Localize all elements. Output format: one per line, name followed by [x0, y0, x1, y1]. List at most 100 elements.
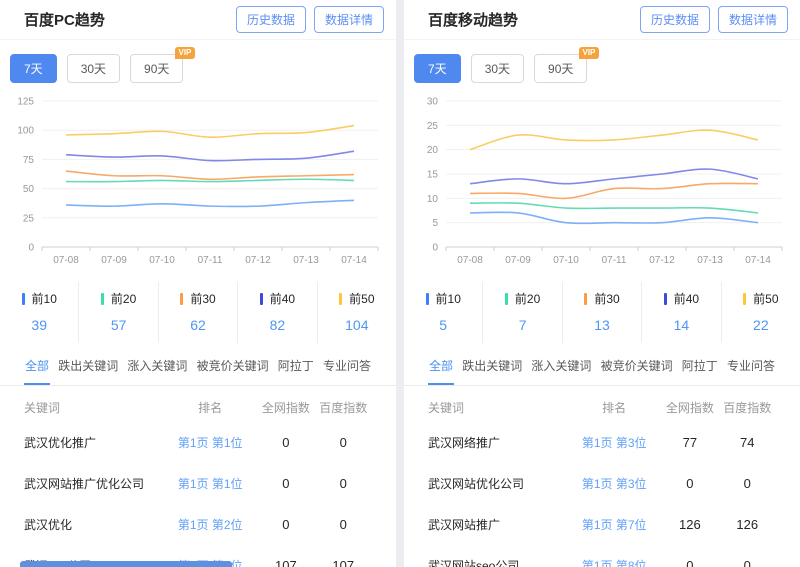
table-row: 武汉网站推广第1页 第7位126126 [428, 504, 776, 545]
x-axis-label: 07-09 [101, 255, 127, 266]
col-header-rank: 排名 [163, 399, 257, 416]
vip-badge: VIP [579, 47, 600, 59]
keyword-tab-全部[interactable]: 全部 [24, 347, 50, 385]
panel-pc-trend: 百度PC趋势 历史数据 数据详情 7天30天90天VIP 02550751001… [0, 0, 396, 567]
y-axis-label: 125 [17, 97, 34, 108]
table-row: 武汉网站推广优化公司第1页 第1位00 [24, 463, 372, 504]
rank-link[interactable]: 第1页 第3位 [567, 475, 661, 492]
rank-link[interactable]: 第1页 第8位 [567, 557, 661, 567]
rank-link[interactable]: 第1页 第7位 [567, 516, 661, 533]
data-detail-button[interactable]: 数据详情 [314, 6, 384, 33]
range-tab-30天[interactable]: 30天 [471, 54, 524, 83]
x-axis-label: 07-10 [149, 255, 175, 266]
keyword-tab-涨入关键词[interactable]: 涨入关键词 [530, 347, 592, 385]
x-axis-label: 07-08 [53, 255, 79, 266]
legend-value-link[interactable]: 62 [159, 317, 237, 333]
legend-value-link[interactable]: 22 [722, 317, 800, 333]
legend-marker-icon [339, 293, 342, 305]
legend-value-link[interactable]: 5 [404, 317, 482, 333]
x-axis-label: 07-13 [697, 255, 723, 266]
baidu-index-cell: 126 [719, 517, 776, 532]
data-detail-button[interactable]: 数据详情 [718, 6, 788, 33]
legend-item-top: 前30 [159, 290, 237, 308]
keyword-tab-阿拉丁[interactable]: 阿拉丁 [681, 347, 719, 385]
legend-value-link[interactable]: 39 [0, 317, 78, 333]
range-tab-7天[interactable]: 7天 [10, 54, 57, 83]
panel-mobile-trend: 百度移动趋势 历史数据 数据详情 7天30天90天VIP 05101520253… [404, 0, 800, 567]
y-axis-label: 15 [427, 170, 439, 181]
legend-label: 前10 [436, 292, 461, 306]
legend-value-link[interactable]: 82 [238, 317, 316, 333]
range-tab-90天[interactable]: 90天VIP [130, 54, 183, 83]
keyword-cell: 武汉优化 [24, 516, 163, 533]
legend-item-前20[interactable]: 前207 [483, 282, 562, 343]
y-axis-label: 0 [432, 243, 438, 254]
y-axis-label: 30 [427, 97, 439, 108]
range-tab-30天[interactable]: 30天 [67, 54, 120, 83]
keyword-tab-跌出关键词[interactable]: 跌出关键词 [57, 347, 119, 385]
legend-item-前20[interactable]: 前2057 [79, 282, 158, 343]
net-index-cell: 0 [257, 517, 314, 532]
legend-marker-icon [180, 293, 183, 305]
legend-item-前40[interactable]: 前4014 [642, 282, 721, 343]
legend-item-前50[interactable]: 前50 104 [318, 282, 396, 343]
rank-link[interactable]: 第1页 第1位 [163, 475, 257, 492]
keyword-tab-全部[interactable]: 全部 [428, 347, 454, 385]
legend-item-前10[interactable]: 前10 39 [0, 282, 79, 343]
range-tab-90天[interactable]: 90天VIP [534, 54, 587, 83]
legend-item-top: 前30 [563, 290, 641, 308]
x-axis-label: 07-11 [198, 255, 223, 266]
legend-value-link[interactable]: 7 [483, 317, 561, 333]
legend-item-top: 前50 [722, 290, 800, 308]
legend-marker-icon [505, 293, 508, 305]
legend-marker-icon [260, 293, 263, 305]
legend-value-link[interactable]: 13 [563, 317, 641, 333]
keyword-tab-被竞价关键词[interactable]: 被竞价关键词 [600, 347, 674, 385]
baidu-index-cell: 0 [315, 517, 372, 532]
keyword-tab-专业问答[interactable]: 专业问答 [322, 347, 372, 385]
col-header-baidu-index: 百度指数 [315, 399, 372, 416]
legend-item-前40[interactable]: 前40 82 [238, 282, 317, 343]
rank-link[interactable]: 第1页 第1位 [163, 434, 257, 451]
y-axis-label: 20 [427, 145, 439, 156]
net-index-cell: 107 [257, 558, 314, 567]
history-data-button[interactable]: 历史数据 [640, 6, 710, 33]
rank-link[interactable]: 第1页 第3位 [567, 434, 661, 451]
legend-marker-icon [22, 293, 25, 305]
chart-wrap: 05101520253007-0807-0907-1007-1107-1207-… [404, 87, 800, 280]
legend-label: 前40 [270, 292, 295, 306]
legend-item-前10[interactable]: 前10 5 [404, 282, 483, 343]
header-buttons: 历史数据 数据详情 [632, 6, 788, 33]
range-tabs: 7天 30天 90天VIP [404, 40, 800, 87]
baidu-index-cell: 0 [315, 476, 372, 491]
rank-link[interactable]: 第1页 第2位 [163, 516, 257, 533]
net-index-cell: 0 [257, 435, 314, 450]
history-data-button[interactable]: 历史数据 [236, 6, 306, 33]
legend-label: 前10 [32, 292, 57, 306]
series-line-前20 [470, 203, 758, 213]
legend-value-link[interactable]: 14 [642, 317, 720, 333]
col-header-rank: 排名 [567, 399, 661, 416]
legend-value-link[interactable]: 104 [318, 317, 396, 333]
x-axis-label: 07-12 [245, 255, 271, 266]
legend-label: 前30 [190, 292, 215, 306]
legend-label: 前50 [349, 292, 374, 306]
keyword-tab-阿拉丁[interactable]: 阿拉丁 [277, 347, 315, 385]
keyword-tab-专业问答[interactable]: 专业问答 [726, 347, 776, 385]
legend-item-前30[interactable]: 前30 62 [159, 282, 238, 343]
keyword-tab-被竞价关键词[interactable]: 被竞价关键词 [196, 347, 270, 385]
range-tab-7天[interactable]: 7天 [414, 54, 461, 83]
page-title: 百度PC趋势 [24, 9, 105, 30]
legend-item-前30[interactable]: 前30 13 [563, 282, 642, 343]
y-axis-label: 75 [23, 155, 35, 166]
series-line-前50 [470, 130, 758, 150]
keyword-tab-涨入关键词[interactable]: 涨入关键词 [126, 347, 188, 385]
legend-label: 前50 [753, 292, 778, 306]
legend-value-link[interactable]: 57 [79, 317, 157, 333]
table-row: 武汉网络推广第1页 第3位7774 [428, 422, 776, 463]
keyword-tab-跌出关键词[interactable]: 跌出关键词 [461, 347, 523, 385]
legend-item-前50[interactable]: 前50 22 [722, 282, 800, 343]
trend-line-chart: 025507510012507-0807-0907-1007-1107-1207… [4, 89, 392, 275]
keyword-table: 关键词排名全网指数百度指数武汉优化推广第1页 第1位00武汉网站推广优化公司第1… [0, 386, 396, 567]
x-axis-label: 07-14 [341, 255, 367, 266]
